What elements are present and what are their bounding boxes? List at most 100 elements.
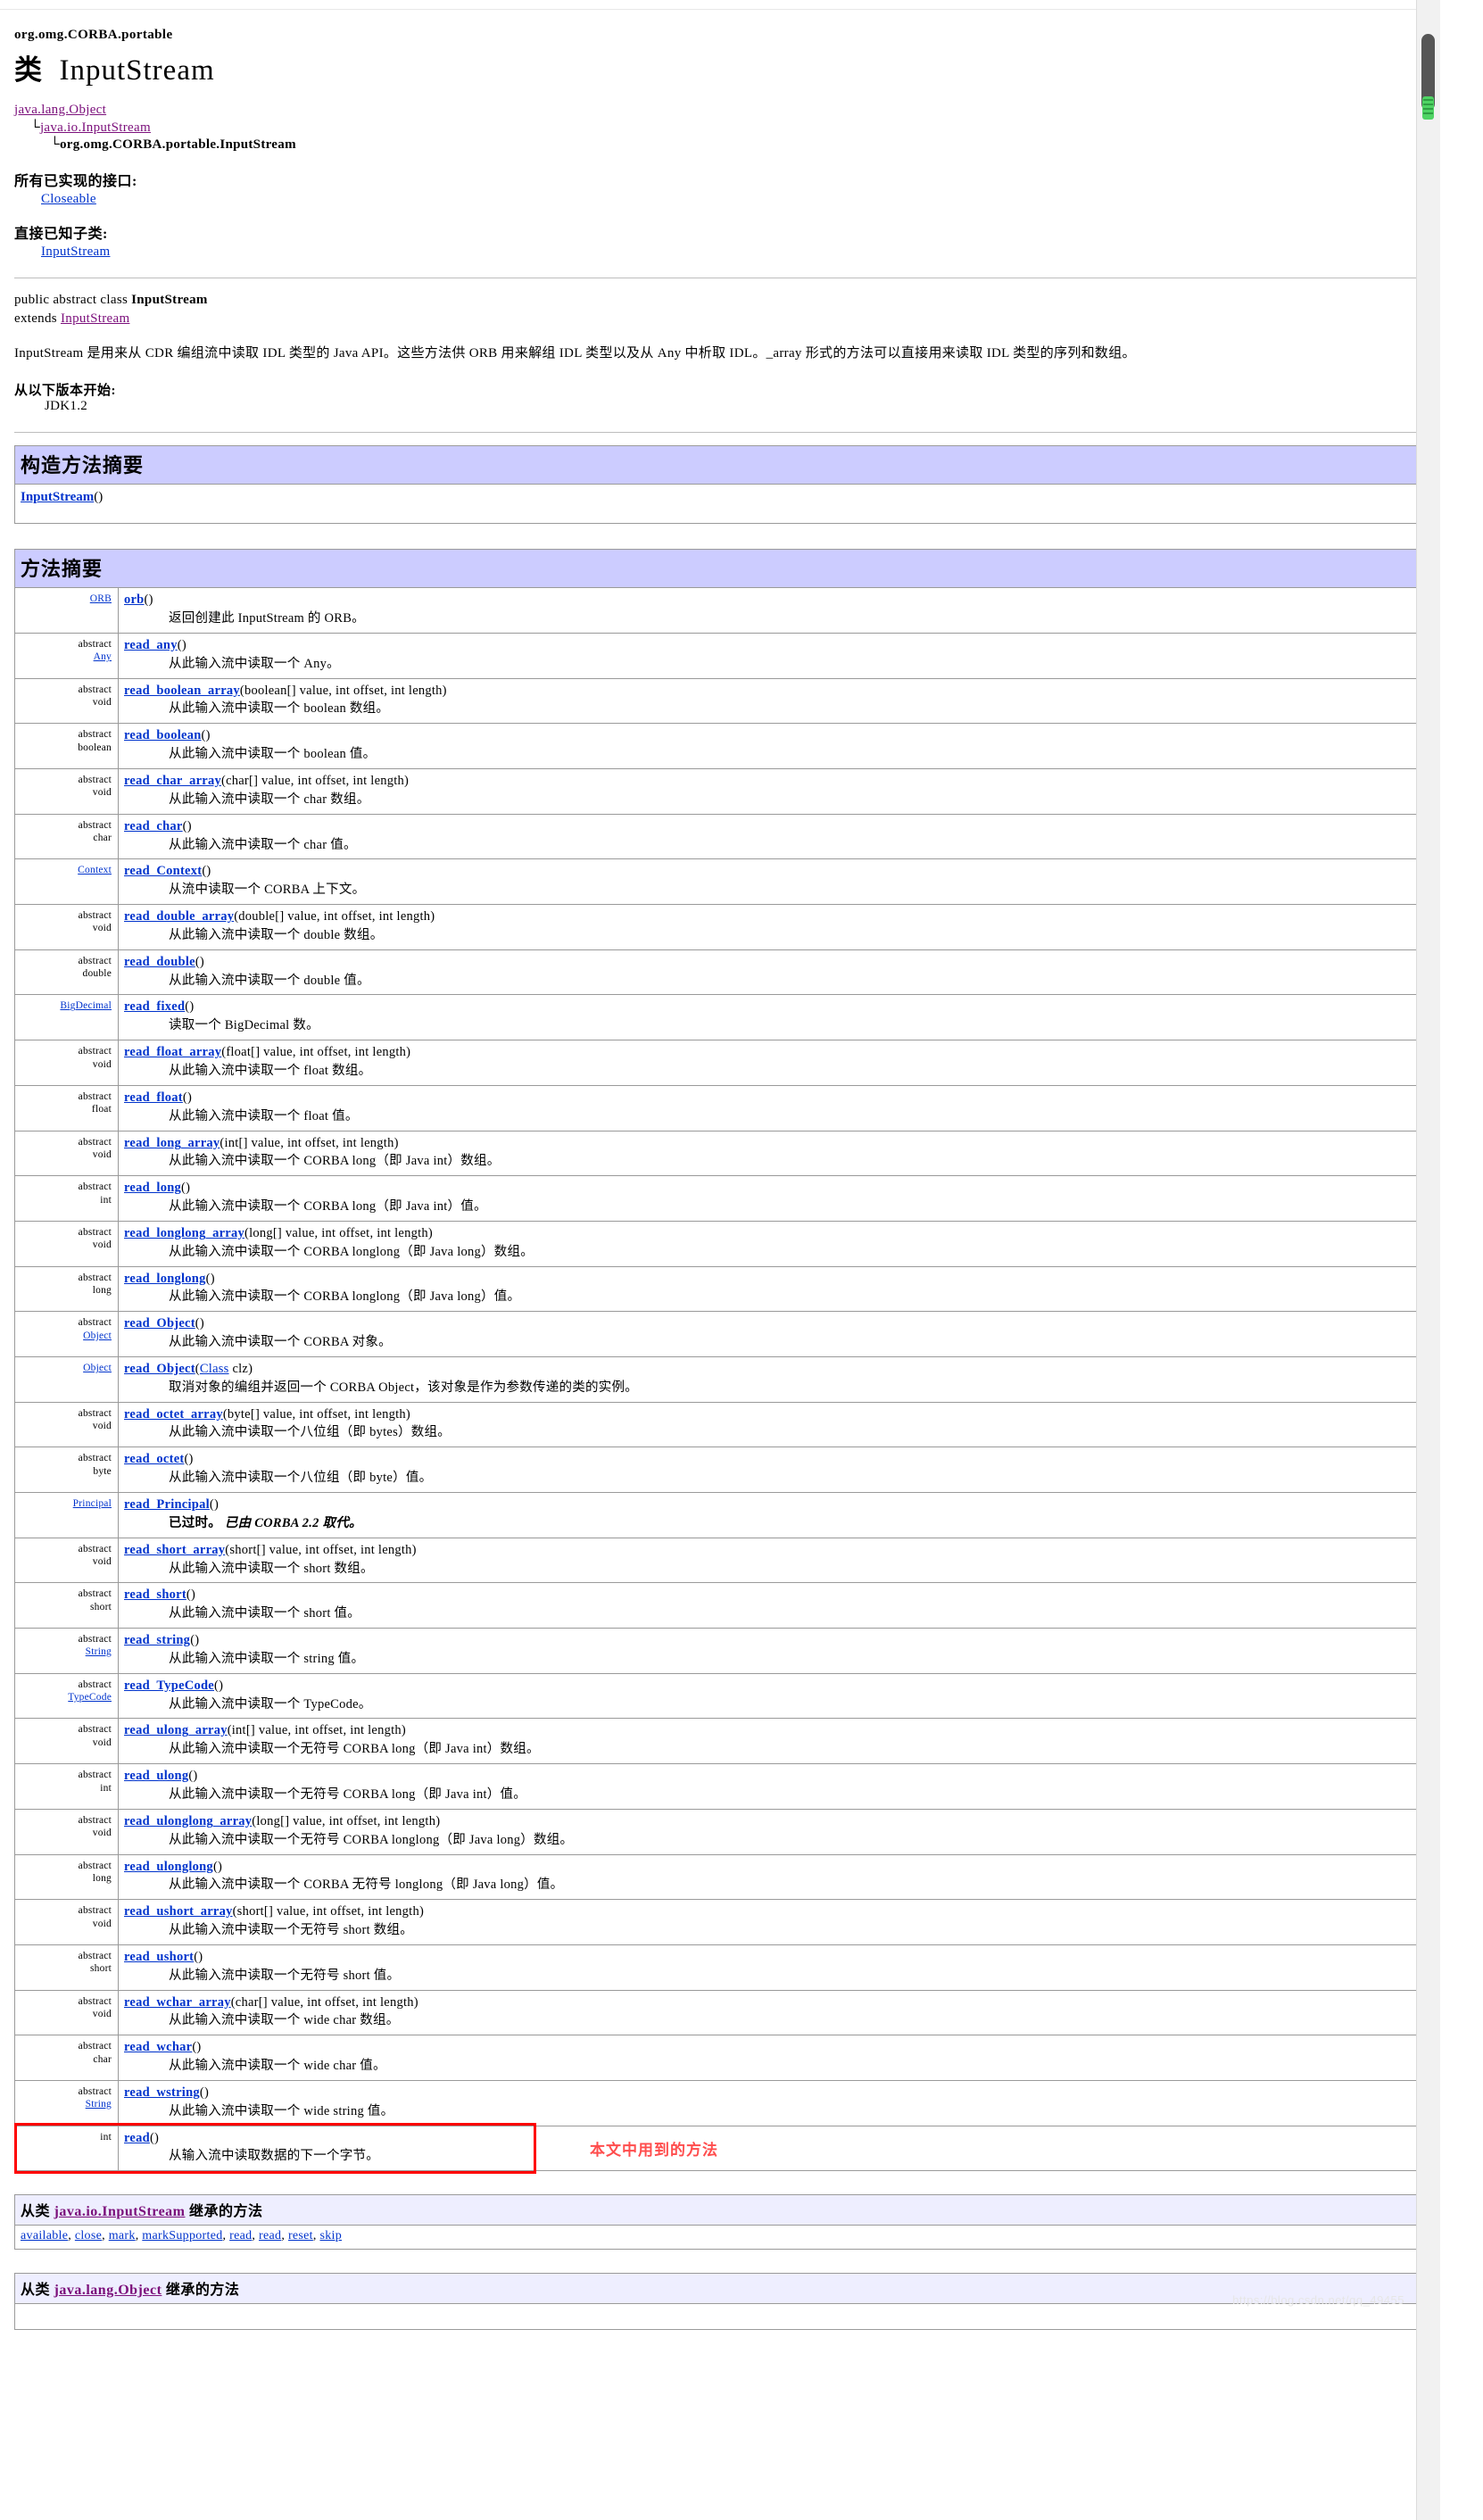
return-type-link[interactable]: Object — [83, 1330, 112, 1341]
method-row: abstract void read_ulong_array(int[] value… — [14, 1718, 1429, 1765]
method-link[interactable]: read — [124, 2131, 150, 2145]
link-closeable[interactable]: Closeable — [41, 192, 96, 206]
method-return-type: abstract void — [14, 904, 119, 950]
inherited-member-link[interactable]: mark — [109, 2229, 136, 2242]
method-summary-text: 已过时。 已由 CORBA 2.2 取代。 — [124, 1515, 1422, 1532]
method-row: abstract char read_char() 从此输入流中读取一个 char 值… — [14, 813, 1429, 860]
inherited-member-link[interactable]: markSupported — [142, 2229, 222, 2242]
method-modifier: abstract — [78, 1181, 112, 1193]
method-summary-header: 方法摘要 — [14, 549, 1429, 588]
method-summary-text: 从此输入流中读取一个 CORBA longlong（即 Java long）值。 — [169, 1289, 521, 1305]
method-description-cell: read_float() 从此输入流中读取一个 float 值。 — [118, 1084, 1429, 1132]
method-link[interactable]: read_char_array — [124, 774, 221, 788]
method-link[interactable]: read_long — [124, 1181, 181, 1195]
constructor-link[interactable]: InputStream — [21, 490, 94, 504]
method-link[interactable]: read_short_array — [124, 1543, 225, 1557]
method-link[interactable]: read_boolean_array — [124, 684, 240, 698]
return-type-link[interactable]: ORB — [90, 593, 112, 604]
return-type-link[interactable]: String — [86, 1646, 112, 1657]
method-link[interactable]: read_ushort — [124, 1950, 194, 1964]
method-description-cell: read_ushort_array(short[] value, int off… — [118, 1899, 1429, 1945]
return-type-link[interactable]: Principal — [73, 1498, 112, 1509]
method-return-type: abstract String — [14, 1628, 119, 1674]
method-link[interactable]: read_longlong_array — [124, 1226, 244, 1240]
method-row: abstract int read_ulong() 从此输入流中读取一个无符号 COR… — [14, 1763, 1429, 1810]
method-link[interactable]: read_string — [124, 1633, 190, 1647]
method-link[interactable]: read_octet_array — [124, 1407, 223, 1422]
return-type-link[interactable]: Any — [94, 651, 112, 662]
method-description-cell: read_long() 从此输入流中读取一个 CORBA long（即 Java … — [118, 1175, 1429, 1222]
return-type-text: int — [100, 1782, 112, 1794]
method-link[interactable]: orb — [124, 593, 145, 607]
method-link[interactable]: read_ulong_array — [124, 1723, 228, 1737]
method-link[interactable]: read_ulonglong — [124, 1860, 213, 1874]
method-link[interactable]: read_ulonglong_array — [124, 1814, 252, 1828]
method-modifier: abstract — [78, 1995, 112, 2007]
method-description-cell: read_Context() 从流中读取一个 CORBA 上下文。 — [118, 858, 1429, 906]
inherited-member-link[interactable]: reset — [288, 2229, 313, 2242]
declaration-superclass-link[interactable]: InputStream — [61, 311, 129, 326]
inherited-member-link[interactable]: read — [229, 2229, 252, 2242]
param-type-link[interactable]: Class — [200, 1362, 229, 1376]
method-params: (short[] value, int offset, int length) — [225, 1542, 417, 1557]
inherited-class-link-object[interactable]: java.lang.Object — [54, 2283, 162, 2298]
inherited-member-link[interactable]: available — [21, 2229, 68, 2242]
class-declaration: public abstract class InputStream extend… — [14, 291, 1426, 330]
return-type-link[interactable]: TypeCode — [68, 1692, 112, 1703]
method-row: abstract boolean read_boolean() 从此输入流中读取一个 … — [14, 723, 1429, 769]
method-link[interactable]: read_fixed — [124, 999, 185, 1014]
method-link[interactable]: read_ulong — [124, 1769, 188, 1783]
return-type-link[interactable]: Object — [83, 1363, 112, 1373]
method-params: () — [194, 1949, 203, 1964]
method-params: (long[] value, int offset, int length) — [244, 1225, 433, 1240]
method-link[interactable]: read_any — [124, 638, 178, 652]
return-type-text: void — [92, 1421, 112, 1431]
vertical-scrollbar[interactable] — [1416, 0, 1440, 2520]
inherited-member-link[interactable]: skip — [319, 2229, 342, 2242]
method-link[interactable]: read_double_array — [124, 909, 234, 924]
scrollbar-grip-icon[interactable] — [1422, 96, 1434, 120]
method-link[interactable]: read_float_array — [124, 1045, 221, 1059]
method-link[interactable]: read_short — [124, 1587, 186, 1602]
method-link[interactable]: read_Principal — [124, 1497, 210, 1512]
method-link[interactable]: read_Context — [124, 864, 202, 878]
inherited-member-link[interactable]: close — [75, 2229, 102, 2242]
return-type-link[interactable]: Context — [78, 865, 112, 875]
tree-branch-icon-2: └ — [50, 137, 60, 152]
method-row: abstract void read_short_array(short[] val… — [14, 1537, 1429, 1584]
method-params: () — [185, 999, 195, 1015]
method-row: abstract void read_ulonglong_array(long[] … — [14, 1808, 1429, 1855]
method-summary-text: 从此输入流中读取一个 float 值。 — [169, 1108, 359, 1123]
hierarchy-link-object[interactable]: java.lang.Object — [14, 103, 106, 117]
method-params: (double[] value, int offset, int length) — [234, 909, 435, 924]
return-type-text: void — [92, 1918, 112, 1929]
link-subclass-inputstream[interactable]: InputStream — [41, 245, 110, 259]
hierarchy-link-inputstream[interactable]: java.io.InputStream — [40, 120, 151, 135]
method-link[interactable]: read_octet — [124, 1452, 184, 1466]
inherited-class-link-inputstream[interactable]: java.io.InputStream — [54, 2204, 186, 2219]
method-link[interactable]: read_Object — [124, 1316, 195, 1330]
method-link[interactable]: read_double — [124, 955, 195, 969]
known-subclasses-value: InputStream — [14, 245, 1426, 260]
method-link[interactable]: read_char — [124, 819, 183, 833]
return-type-link[interactable]: String — [86, 2099, 112, 2110]
inherited-member-link[interactable]: read — [259, 2229, 281, 2242]
method-description-cell: read_boolean_array(boolean[] value, int … — [118, 677, 1429, 725]
method-link[interactable]: read_boolean — [124, 728, 202, 742]
method-return-type: ORB — [14, 587, 119, 634]
method-link[interactable]: read_wchar — [124, 2040, 192, 2054]
method-link[interactable]: read_long_array — [124, 1136, 220, 1150]
method-return-type: abstract TypeCode — [14, 1672, 119, 1720]
method-link[interactable]: read_TypeCode — [124, 1679, 214, 1693]
method-link[interactable]: read_longlong — [124, 1272, 206, 1286]
declaration-modifiers: public abstract class — [14, 292, 132, 307]
method-link[interactable]: read_wchar_array — [124, 1995, 231, 2010]
method-return-type: abstract long — [14, 1265, 119, 1313]
method-link[interactable]: read_float — [124, 1090, 183, 1105]
method-row: abstract String read_wstring() 从此输入流中读取一个 w… — [14, 2079, 1429, 2126]
method-link[interactable]: read_ushort_array — [124, 1904, 233, 1919]
method-link[interactable]: read_Object — [124, 1362, 195, 1376]
method-params: () — [209, 1497, 220, 1512]
return-type-link[interactable]: BigDecimal — [60, 1000, 112, 1011]
method-link[interactable]: read_wstring — [124, 2085, 200, 2100]
